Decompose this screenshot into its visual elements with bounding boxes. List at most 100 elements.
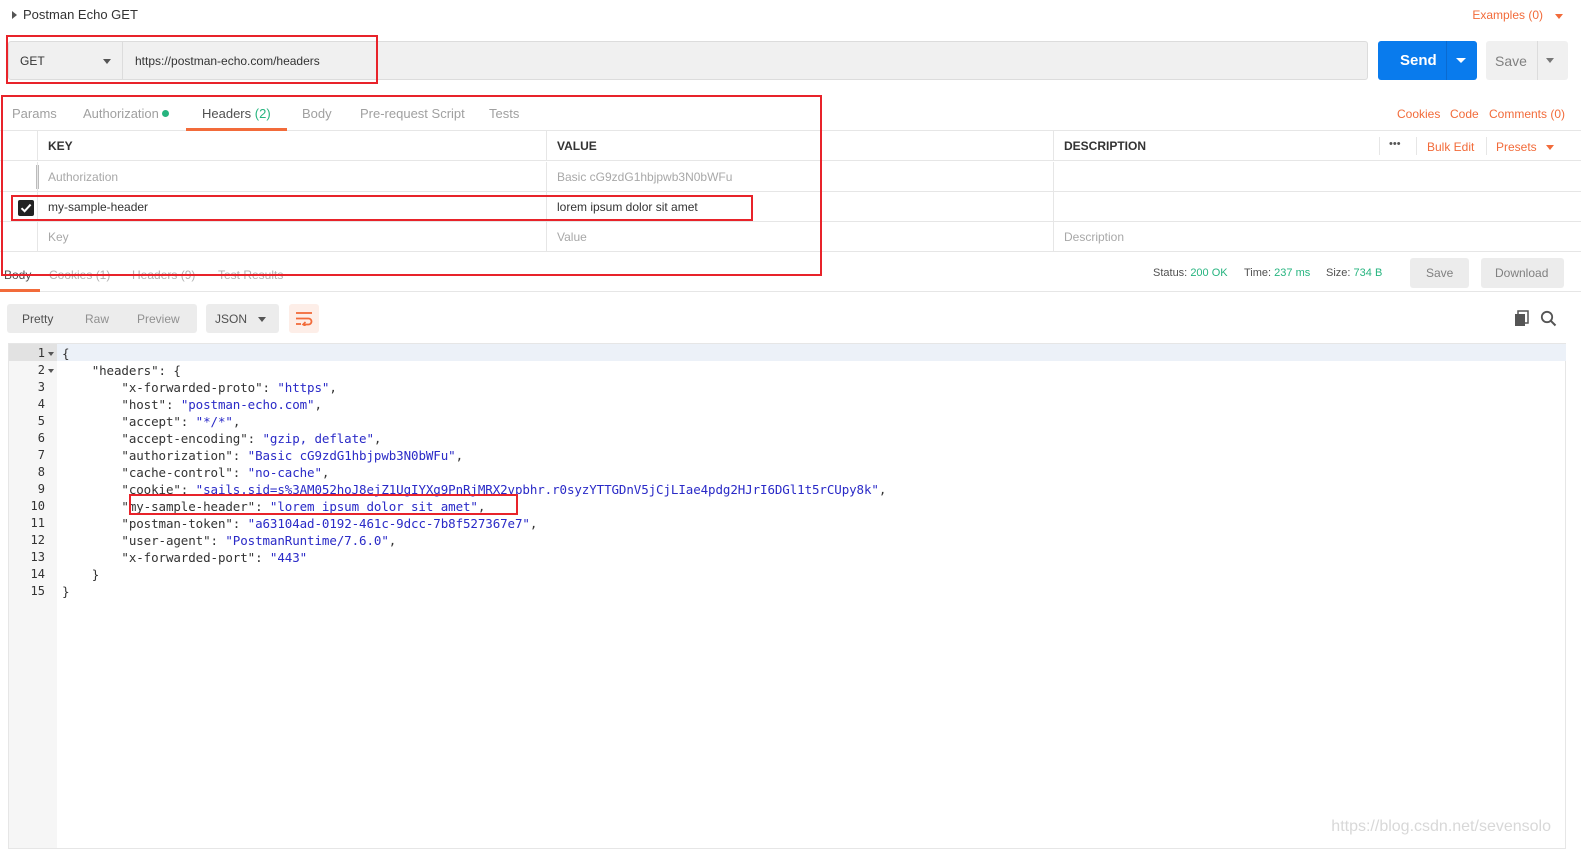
comments-link[interactable]: Comments (0) bbox=[1489, 107, 1565, 121]
line-number: 8 bbox=[37, 465, 45, 479]
active-tab-indicator bbox=[0, 289, 40, 292]
examples-dropdown[interactable]: Examples (0) bbox=[1472, 8, 1543, 22]
tab-response-body[interactable]: Body bbox=[4, 268, 31, 282]
header-key-cell[interactable]: Authorization bbox=[37, 162, 546, 192]
code-line: "headers": { bbox=[62, 363, 181, 378]
header-key-cell[interactable]: my-sample-header bbox=[37, 192, 546, 222]
tab-body[interactable]: Body bbox=[302, 106, 332, 121]
table-row-new: Key Value Description bbox=[0, 222, 1581, 252]
tab-tests[interactable]: Tests bbox=[489, 106, 519, 121]
request-title-row: Postman Echo GET Examples (0) bbox=[0, 0, 1581, 32]
divider bbox=[1537, 41, 1538, 80]
line-number: 4 bbox=[37, 397, 45, 411]
url-input[interactable] bbox=[124, 42, 1364, 79]
col-value-header: VALUE bbox=[546, 131, 1053, 161]
active-line-highlight bbox=[57, 344, 1566, 361]
bulk-edit-link[interactable]: Bulk Edit bbox=[1427, 140, 1474, 154]
response-code-editor[interactable]: 1 {2 "headers": {3 "x-forwarded-proto": "… bbox=[8, 343, 1566, 849]
collapse-caret-icon[interactable] bbox=[12, 11, 17, 19]
table-header-row: KEY VALUE DESCRIPTION ••• Bulk Edit Pres… bbox=[0, 131, 1581, 161]
line-number: 15 bbox=[30, 584, 45, 598]
header-description-cell[interactable] bbox=[1053, 192, 1581, 222]
tab-headers[interactable]: Headers (2) bbox=[202, 106, 271, 121]
time-readout: Time: 237 ms bbox=[1244, 267, 1311, 279]
save-response-button[interactable]: Save bbox=[1410, 258, 1469, 288]
send-options-chevron-icon[interactable] bbox=[1456, 58, 1466, 63]
request-tabs: Params Authorization Headers (2) Body Pr… bbox=[0, 96, 1581, 131]
tab-params[interactable]: Params bbox=[12, 106, 57, 121]
code-line: "authorization": "Basic cG9zdG1hbjpwb3N0… bbox=[62, 448, 464, 463]
view-mode-group: Pretty Raw Preview bbox=[7, 304, 197, 333]
download-button[interactable]: Download bbox=[1481, 258, 1564, 288]
code-line: "user-agent": "PostmanRuntime/7.6.0", bbox=[62, 533, 397, 548]
code-line: "x-forwarded-port": "443" bbox=[62, 550, 308, 565]
tab-response-cookies[interactable]: Cookies (1) bbox=[49, 268, 110, 282]
line-number: 12 bbox=[30, 533, 45, 547]
code-line: } bbox=[62, 567, 100, 582]
header-value-cell[interactable]: lorem ipsum dolor sit amet bbox=[546, 192, 1053, 222]
send-label: Send bbox=[1400, 52, 1437, 69]
header-description-cell[interactable] bbox=[1053, 162, 1581, 192]
request-title[interactable]: Postman Echo GET bbox=[23, 7, 138, 22]
new-description-input[interactable]: Description bbox=[1053, 222, 1581, 252]
save-options-chevron-icon[interactable] bbox=[1546, 58, 1554, 63]
col-key-header: KEY bbox=[37, 131, 546, 161]
more-options-icon[interactable]: ••• bbox=[1389, 138, 1401, 150]
table-row: my-sample-header lorem ipsum dolor sit a… bbox=[0, 192, 1581, 222]
divider bbox=[1486, 137, 1487, 155]
new-key-input[interactable]: Key bbox=[37, 222, 546, 252]
line-number: 10 bbox=[30, 499, 45, 513]
code-line: "postman-token": "a63104ad-0192-461c-9dc… bbox=[62, 516, 538, 531]
tab-authorization[interactable]: Authorization bbox=[83, 106, 169, 121]
search-icon[interactable] bbox=[1540, 310, 1557, 327]
view-raw-button[interactable]: Raw bbox=[85, 312, 109, 326]
header-enabled-checkbox[interactable] bbox=[18, 200, 34, 216]
chevron-down-icon[interactable] bbox=[1555, 14, 1563, 19]
format-select[interactable]: JSON bbox=[206, 304, 279, 333]
copy-icon[interactable] bbox=[1514, 310, 1530, 327]
wrap-lines-icon bbox=[296, 312, 313, 326]
method-select[interactable]: GET bbox=[9, 42, 123, 79]
line-number: 7 bbox=[37, 448, 45, 462]
table-row: Authorization Basic cG9zdG1hbjpwb3N0bWFu bbox=[0, 162, 1581, 192]
divider bbox=[1416, 137, 1417, 155]
line-number: 11 bbox=[30, 516, 45, 530]
url-bar: GET bbox=[8, 41, 1368, 80]
status-readout: Status: 200 OK bbox=[1153, 267, 1228, 279]
line-number: 9 bbox=[37, 482, 45, 496]
line-number: 14 bbox=[30, 567, 45, 581]
code-line: { bbox=[62, 346, 70, 361]
view-pretty-button[interactable]: Pretty bbox=[22, 312, 53, 326]
save-request-button[interactable]: Save bbox=[1486, 41, 1568, 80]
divider bbox=[1446, 41, 1447, 80]
tab-response-headers[interactable]: Headers (9) bbox=[132, 268, 195, 282]
cookies-link[interactable]: Cookies bbox=[1397, 107, 1440, 121]
header-value-cell[interactable]: Basic cG9zdG1hbjpwb3N0bWFu bbox=[546, 162, 1053, 192]
tab-test-results[interactable]: Test Results bbox=[218, 268, 283, 282]
view-preview-button[interactable]: Preview bbox=[137, 312, 180, 326]
presets-dropdown[interactable]: Presets bbox=[1496, 140, 1537, 154]
save-label: Save bbox=[1495, 53, 1527, 69]
code-line: "my-sample-header": "lorem ipsum dolor s… bbox=[62, 499, 486, 514]
chevron-down-icon bbox=[258, 317, 266, 322]
code-line: } bbox=[62, 584, 70, 599]
send-button[interactable]: Send bbox=[1378, 41, 1477, 80]
checkmark-icon bbox=[20, 203, 32, 213]
line-number: 3 bbox=[37, 380, 45, 394]
line-number: 5 bbox=[37, 414, 45, 428]
tab-pre-request-script[interactable]: Pre-request Script bbox=[360, 106, 465, 121]
status-dot-icon bbox=[161, 110, 169, 117]
fold-arrow-icon[interactable] bbox=[48, 352, 54, 356]
line-number: 6 bbox=[37, 431, 45, 445]
format-label: JSON bbox=[215, 312, 248, 326]
fold-arrow-icon[interactable] bbox=[48, 369, 54, 373]
wrap-lines-button[interactable] bbox=[289, 304, 319, 333]
line-number: 2 bbox=[37, 363, 45, 377]
new-value-input[interactable]: Value bbox=[546, 222, 1053, 252]
watermark: https://blog.csdn.net/sevensolo bbox=[1331, 818, 1551, 835]
code-link[interactable]: Code bbox=[1450, 107, 1479, 121]
method-label: GET bbox=[20, 54, 45, 68]
chevron-down-icon[interactable] bbox=[1546, 145, 1554, 150]
response-tabs: Body Cookies (1) Headers (9) Test Result… bbox=[0, 258, 1581, 292]
line-number: 13 bbox=[30, 550, 45, 564]
